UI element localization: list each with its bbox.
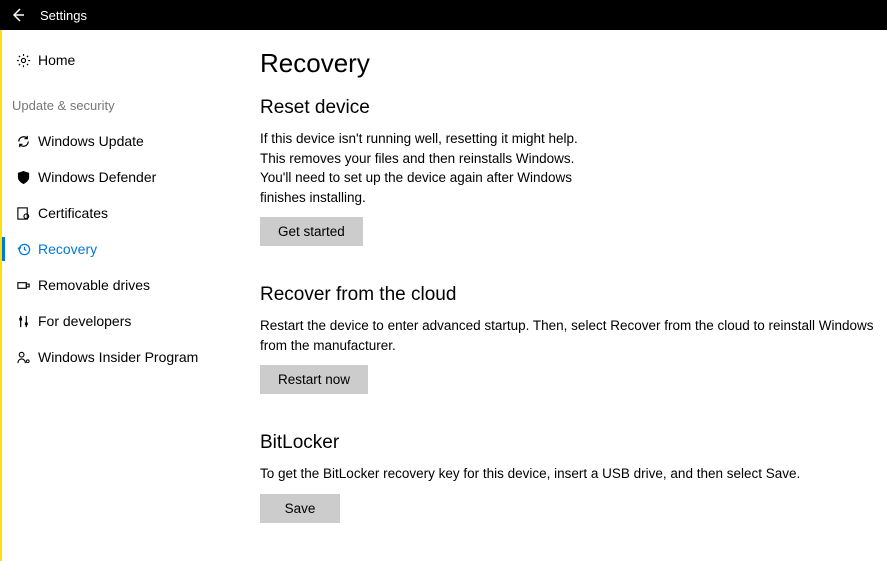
app-header: Settings [0, 0, 887, 30]
section-heading: BitLocker [260, 432, 887, 454]
page-title: Recovery [260, 48, 887, 79]
sidebar-item-label: Recovery [38, 241, 97, 257]
section-recover-cloud: Recover from the cloud Restart the devic… [260, 284, 887, 394]
sidebar-item-label: Home [38, 52, 75, 68]
section-heading: Recover from the cloud [260, 284, 887, 306]
tools-icon [12, 314, 34, 329]
section-body: To get the BitLocker recovery key for th… [260, 464, 887, 484]
sidebar-item-label: For developers [38, 313, 131, 329]
certificate-icon [12, 206, 34, 221]
section-bitlocker: BitLocker To get the BitLocker recovery … [260, 432, 887, 523]
save-button[interactable]: Save [260, 494, 340, 523]
section-heading: Reset device [260, 97, 887, 119]
main-content: Recovery Reset device If this device isn… [250, 30, 887, 561]
sidebar-item-label: Windows Update [38, 133, 144, 149]
section-body: If this device isn't running well, reset… [260, 129, 590, 207]
sync-icon [12, 134, 34, 149]
header-title: Settings [40, 8, 87, 23]
sidebar-item-home[interactable]: Home [2, 48, 250, 72]
shield-icon [12, 170, 34, 185]
sidebar-item-label: Windows Insider Program [38, 349, 198, 365]
usb-drive-icon [12, 278, 34, 293]
insider-icon [12, 350, 34, 365]
back-button[interactable] [10, 7, 26, 23]
section-body: Restart the device to enter advanced sta… [260, 316, 887, 355]
sidebar-item-recovery[interactable]: Recovery [2, 231, 250, 267]
history-icon [12, 242, 34, 257]
sidebar-item-removable-drives[interactable]: Removable drives [2, 267, 250, 303]
section-reset-device: Reset device If this device isn't runnin… [260, 97, 887, 246]
sidebar-item-label: Certificates [38, 205, 108, 221]
sidebar-item-label: Windows Defender [38, 169, 156, 185]
sidebar-item-for-developers[interactable]: For developers [2, 303, 250, 339]
sidebar-item-certificates[interactable]: Certificates [2, 195, 250, 231]
sidebar-item-windows-defender[interactable]: Windows Defender [2, 159, 250, 195]
restart-now-button[interactable]: Restart now [260, 365, 368, 394]
arrow-left-icon [10, 7, 26, 23]
get-started-button[interactable]: Get started [260, 217, 363, 246]
sidebar-item-label: Removable drives [38, 277, 150, 293]
sidebar: Home Update & security Windows Update Wi… [2, 30, 250, 561]
gear-icon [12, 53, 34, 68]
sidebar-item-windows-update[interactable]: Windows Update [2, 123, 250, 159]
sidebar-section-label: Update & security [2, 92, 250, 123]
sidebar-item-windows-insider[interactable]: Windows Insider Program [2, 339, 250, 375]
